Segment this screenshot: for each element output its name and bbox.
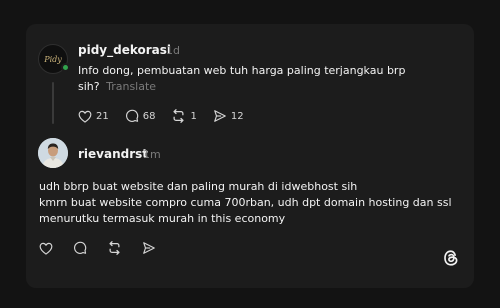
reply-actions [39, 240, 176, 256]
reply-comment-button[interactable] [73, 241, 87, 255]
thread-card: Pidy pidy_dekorasi 1d Info dong, pembuat… [26, 24, 474, 288]
reply-line: udh bbrp buat website dan paling murah d… [39, 180, 358, 193]
reply-count: 68 [142, 110, 156, 122]
reply-avatar[interactable] [38, 138, 68, 168]
threads-logo-icon [442, 249, 460, 267]
reply-share-button[interactable] [142, 241, 156, 255]
send-icon [143, 242, 155, 254]
repost-icon [109, 241, 120, 255]
reply-repost-button[interactable] [107, 241, 122, 255]
reply-username[interactable]: rievandrst [78, 147, 148, 161]
reply-time: 1m [143, 148, 161, 161]
comment-icon [125, 109, 138, 122]
send-icon [214, 110, 226, 122]
repost-button[interactable]: 1 [171, 109, 197, 123]
post-text: Info dong, pembuatan web tuh harga palin… [78, 63, 408, 95]
like-button[interactable]: 21 [78, 110, 109, 123]
post-time: 1d [166, 44, 180, 57]
share-count: 12 [230, 110, 244, 122]
heart-icon [39, 242, 53, 255]
translate-link[interactable]: Translate [106, 80, 156, 93]
like-count: 21 [96, 110, 109, 122]
online-status-dot [61, 63, 70, 72]
reply-line: menurutku termasuk murah in this economy [39, 212, 286, 225]
person-photo [38, 138, 68, 168]
comment-icon [74, 241, 87, 254]
reply-like-button[interactable] [39, 242, 53, 255]
reply-button[interactable]: 68 [125, 109, 156, 123]
svg-text:Pidy: Pidy [43, 55, 62, 64]
reply-text: udh bbrp buat website dan paling murah d… [39, 179, 459, 227]
thread-line [52, 82, 54, 124]
reply-line: kmrn buat website compro cuma 700rban, u… [39, 196, 452, 209]
post-actions: 21 68 1 12 [78, 108, 260, 124]
repost-icon [173, 109, 184, 123]
avatar[interactable]: Pidy [38, 44, 70, 74]
heart-icon [78, 110, 92, 123]
post-username[interactable]: pidy_dekorasi [78, 43, 171, 57]
share-button[interactable]: 12 [213, 109, 244, 123]
repost-count: 1 [190, 110, 197, 122]
